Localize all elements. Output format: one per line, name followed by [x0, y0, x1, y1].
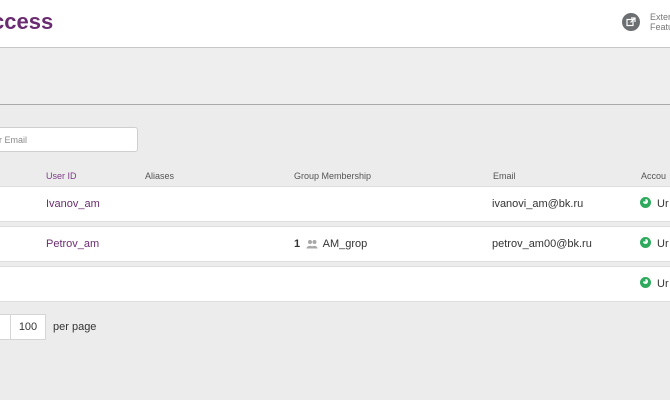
user-id-link[interactable]: Petrov_am — [46, 238, 99, 250]
table-row[interactable]: Petrov_am 1 AM_grop petrov_am00@bk.ru Ur — [0, 226, 670, 262]
account-status: Ur — [640, 237, 669, 250]
column-header-email[interactable]: Email — [493, 171, 516, 181]
table-row[interactable]: Ivanov_am ivanovi_am@bk.ru Ur — [0, 186, 670, 222]
account-status-text: Ur — [657, 238, 669, 250]
column-header-account[interactable]: Accou — [641, 171, 666, 181]
account-status-text: Ur — [657, 278, 669, 290]
external-features-line1: Exter — [650, 12, 670, 22]
page-size-option-previous[interactable] — [0, 314, 10, 340]
external-features-line2: Featu — [650, 22, 670, 32]
toolbar-band — [0, 48, 670, 105]
external-features-link[interactable]: Exter Featu — [650, 12, 670, 32]
account-status-text: Ur — [657, 198, 669, 210]
status-icon — [640, 277, 651, 288]
group-name[interactable]: AM_grop — [323, 238, 368, 250]
column-header-group-membership[interactable]: Group Membership — [294, 171, 371, 181]
group-membership-cell[interactable]: 1 AM_grop — [294, 238, 367, 252]
pagination: 100 — [0, 314, 46, 340]
email-cell: petrov_am00@bk.ru — [492, 238, 592, 250]
user-id-link[interactable]: Ivanov_am — [46, 198, 100, 210]
column-header-aliases[interactable]: Aliases — [145, 171, 174, 181]
top-header: ccess Exter Featu — [0, 0, 670, 48]
page-title: ccess — [0, 9, 54, 34]
column-header-user-id[interactable]: User ID — [46, 171, 77, 181]
external-link-icon[interactable] — [622, 13, 640, 31]
account-status: Ur — [640, 277, 669, 290]
email-cell: ivanovi_am@bk.ru — [492, 198, 584, 210]
group-users-icon — [306, 239, 318, 252]
status-icon — [640, 197, 651, 208]
table-row[interactable]: Ur — [0, 266, 670, 302]
search-input[interactable] — [0, 127, 138, 152]
page-size-button[interactable]: 100 — [10, 314, 46, 340]
group-count: 1 — [294, 238, 301, 250]
status-icon — [640, 237, 651, 248]
account-status: Ur — [640, 197, 669, 210]
per-page-label: per page — [53, 321, 97, 333]
